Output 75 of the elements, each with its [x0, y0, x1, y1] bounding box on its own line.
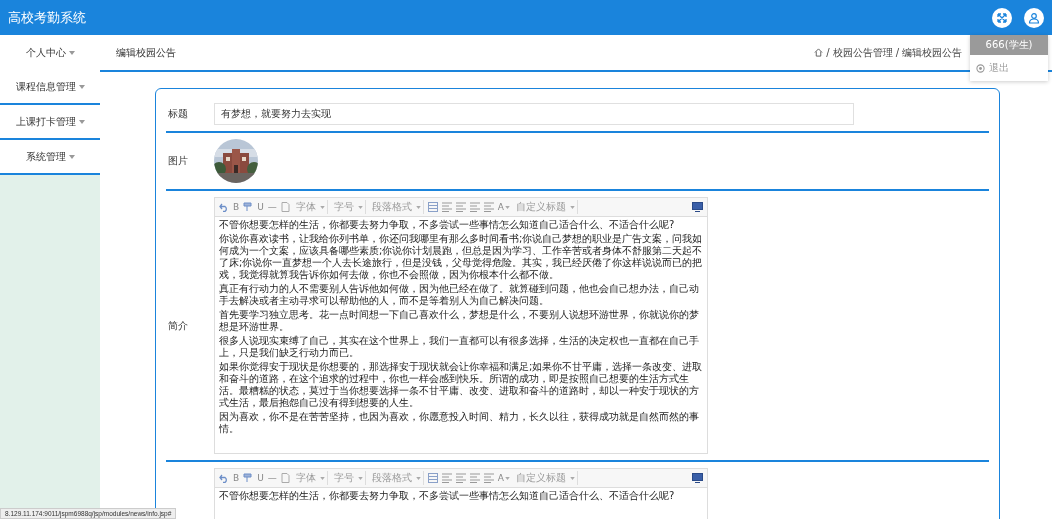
- align-icon[interactable]: [441, 473, 452, 483]
- logout-icon: [976, 63, 985, 73]
- app-title: 高校考勤系统: [8, 8, 86, 27]
- toolbar-button[interactable]: B: [233, 473, 240, 483]
- caret-icon: [504, 476, 510, 480]
- logout-menu-item[interactable]: 退出: [970, 55, 1048, 81]
- caret-icon: [68, 154, 75, 159]
- font-color-button[interactable]: A: [497, 473, 510, 483]
- user-button[interactable]: [1024, 7, 1044, 28]
- fullscreen-icon: [996, 11, 1008, 24]
- user-icon: [1028, 11, 1040, 24]
- toolbar-dropdown[interactable]: 段落格式: [369, 200, 424, 214]
- monitor-icon[interactable]: [692, 202, 703, 212]
- caret-icon: [569, 205, 575, 209]
- toolbar-dropdown[interactable]: 字体: [293, 471, 328, 485]
- toolbar-dropdown[interactable]: 字号: [331, 471, 366, 485]
- undo-icon[interactable]: [219, 473, 229, 483]
- paragraph: 不管你想要怎样的生活，你都要去努力争取，不多尝试一些事情怎么知道自己适合什么、不适合什么呢?: [219, 490, 676, 502]
- document-icon[interactable]: [280, 202, 290, 212]
- paragraph: 不管你想要怎样的生活，你都要去努力争取，不多尝试一些事情怎么知道自己适合什么、不适合什么呢?: [219, 219, 676, 231]
- field-label: 图片: [167, 154, 189, 168]
- rich-text-editor[interactable]: B U — 字体 字号 段落格式 A 自定义标题 不管你想要怎样的生活，你都要去努力争取，不多尝试一些事情怎么知道自己适合什么、不适合什么呢?: [214, 468, 708, 519]
- caret-icon: [357, 205, 363, 209]
- fullscreen-button[interactable]: [992, 7, 1012, 28]
- caret-icon: [68, 50, 75, 55]
- format-painter-icon[interactable]: [243, 473, 254, 483]
- toolbar-dropdown[interactable]: 字体: [293, 200, 328, 214]
- undo-icon[interactable]: [219, 202, 229, 212]
- monitor-icon[interactable]: [692, 473, 703, 483]
- user-name: 666(学生): [970, 35, 1048, 55]
- caret-icon: [504, 205, 510, 209]
- breadcrumb-separator: /: [895, 47, 899, 58]
- page-title: 编辑校园公告: [116, 45, 176, 60]
- align-icon[interactable]: [455, 202, 466, 212]
- toolbar-dropdown[interactable]: 段落格式: [369, 471, 424, 485]
- paragraph: 你说你喜欢读书，让我给你列书单，你还问我哪里有那么多时间看书;你说自己梦想的职业是广告文案，问我如何成为一个文案，应该具备哪些素质;你说你计划晨跑，但总是因为学习、工作辛苦或者身体不舒服第二天起不了床;你说你一直梦想一个人去长途旅行，但是没钱，父母觉得危险。其实，我已经厌倦了你这样说说而已的把戏，我觉得就算我告诉你如何去做，你也不会照做，因为你根本什么都不做。: [219, 233, 703, 281]
- caret-icon: [415, 205, 421, 209]
- toolbar-button[interactable]: —: [267, 473, 277, 483]
- align-icon[interactable]: [483, 202, 494, 212]
- align-icon[interactable]: [469, 202, 480, 212]
- font-color-button[interactable]: A: [497, 202, 510, 212]
- caret-icon: [569, 476, 575, 480]
- toolbar-button[interactable]: U: [257, 473, 264, 483]
- paragraph: 很多人说现实束缚了自己，其实在这个世界上，我们一直都可以有很多选择，生活的决定权也一直都在自己手上，只是我们缺乏行动力而已。: [219, 335, 700, 359]
- caret-icon: [78, 84, 85, 89]
- rich-text-editor[interactable]: [214, 197, 708, 454]
- caret-icon: [415, 476, 421, 480]
- paragraph: 如果你觉得安于现状是你想要的，那选择安于现状就会让你幸福和满足;如果你不甘平庸，选择一条改变、进取和奋斗的道路，在这个追求的过程中，你也一样会感到快乐。所谓的成功，即是按照自己想要的生活方式生活。最糟糕的状态，莫过于当你想要选择一条不甘平庸、改变、进取和奋斗的道路时，却以一种安于现状的方式生活，最后抱怨自己没有得到想要的人生。: [219, 361, 703, 409]
- toolbar-dropdown[interactable]: 字号: [331, 200, 366, 214]
- toolbar-dropdown[interactable]: 自定义标题: [513, 471, 578, 485]
- caret-icon: [319, 476, 325, 480]
- toolbar-dropdown[interactable]: 自定义标题: [513, 200, 578, 214]
- home-icon[interactable]: [814, 48, 824, 57]
- paragraph: 因为喜欢，你不是在苦苦坚持，也因为喜欢，你愿意投入时间、精力，长久以往，获得成功就是自然而然的事情。: [219, 411, 700, 435]
- align-icon[interactable]: [441, 202, 452, 212]
- breadcrumb-link[interactable]: 校园公告管理: [832, 45, 893, 60]
- breadcrumb-separator: /: [826, 47, 830, 58]
- toolbar-button[interactable]: B: [233, 202, 240, 212]
- align-icon[interactable]: [483, 473, 494, 483]
- toolbar-button[interactable]: —: [267, 202, 277, 212]
- caret-icon: [357, 476, 363, 480]
- title-input[interactable]: 有梦想，就要努力去实现: [214, 103, 854, 125]
- paragraph: 真正有行动力的人不需要别人告诉他如何做，因为他已经在做了。就算碰到问题，他也会自己想办法，自己动手去解决或者主动寻求可以帮助他的人，而不是等着别人为自己解决问题。: [219, 283, 700, 307]
- align-icon[interactable]: [469, 473, 480, 483]
- format-painter-icon[interactable]: [243, 202, 254, 212]
- field-label: 标题: [167, 107, 189, 121]
- caret-icon: [319, 205, 325, 209]
- align-icon[interactable]: [455, 473, 466, 483]
- toolbar-button[interactable]: U: [257, 202, 264, 212]
- paragraph: 首先要学习独立思考。花一点时间想一下自己喜欢什么，梦想是什么，不要别人说想环游世界，你就说你的梦想是环游世界。: [219, 309, 700, 333]
- table-icon[interactable]: [427, 202, 438, 212]
- document-icon[interactable]: [280, 473, 290, 483]
- caret-icon: [78, 119, 85, 124]
- table-icon[interactable]: [427, 473, 438, 483]
- field-label: 简介: [167, 318, 189, 333]
